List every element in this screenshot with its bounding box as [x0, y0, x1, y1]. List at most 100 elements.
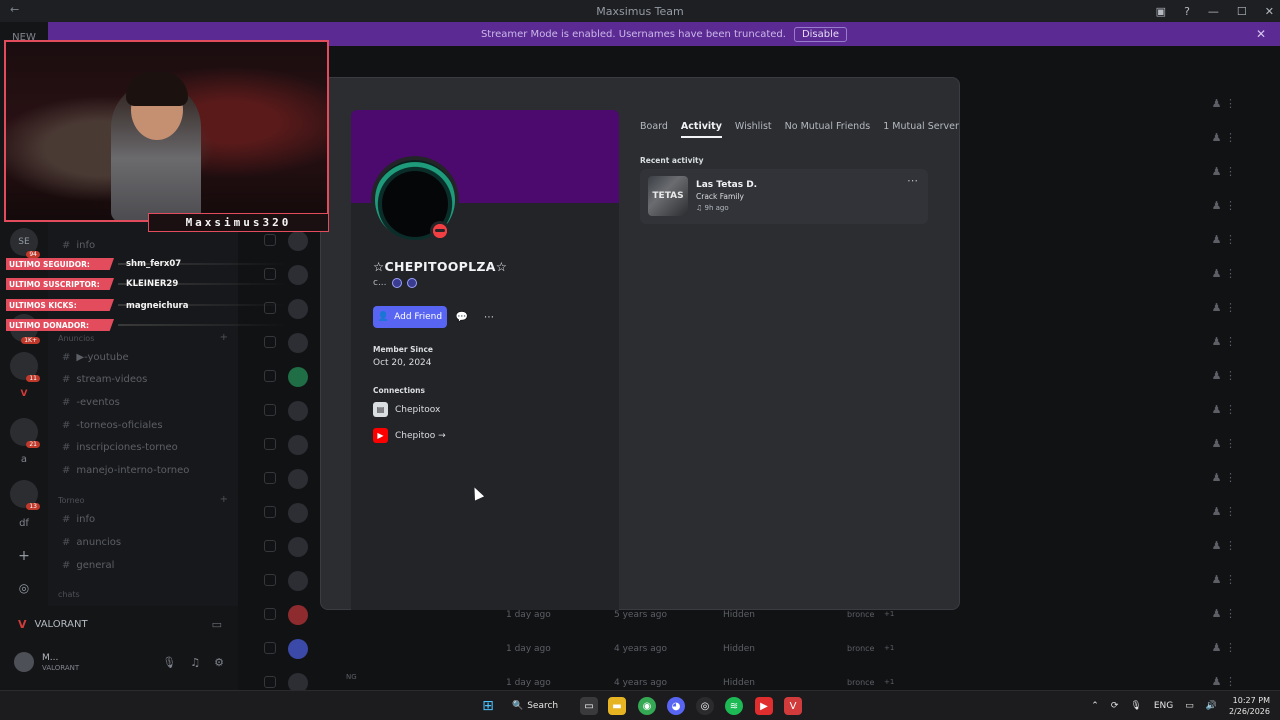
- row-checkbox[interactable]: [264, 268, 276, 280]
- overlay-row: ULTIMO DONADOR:: [6, 319, 288, 331]
- row-checkbox[interactable]: [264, 676, 276, 688]
- tab-wishlist[interactable]: Wishlist: [735, 121, 772, 138]
- row-checkbox[interactable]: [264, 506, 276, 518]
- channel-item[interactable]: # anuncios: [62, 537, 121, 548]
- row-checkbox[interactable]: [264, 608, 276, 620]
- help-icon[interactable]: ?: [1184, 5, 1190, 18]
- nitro-badge-icon[interactable]: [391, 278, 402, 288]
- person-icon[interactable]: ♟ ⋮: [1212, 97, 1236, 110]
- inbox-icon[interactable]: ▣: [1156, 5, 1166, 18]
- activity-card[interactable]: TETAS Las Tetas D. Crack Family ♫ 9h ago…: [640, 169, 928, 224]
- activity-more-icon[interactable]: ⋯: [907, 174, 918, 187]
- network-icon[interactable]: ▭: [1185, 701, 1194, 711]
- language-indicator[interactable]: ENG: [1154, 701, 1173, 711]
- row-checkbox[interactable]: [264, 472, 276, 484]
- server-icon[interactable]: 11: [10, 352, 40, 382]
- person-icon[interactable]: ♟ ⋮: [1212, 233, 1236, 246]
- windows-start-icon[interactable]: ⊞: [479, 697, 497, 715]
- disable-streamer-mode-button[interactable]: Disable: [793, 26, 848, 42]
- server-icon[interactable]: 21: [10, 418, 40, 448]
- server-icon[interactable]: 13: [10, 480, 40, 510]
- person-icon[interactable]: ♟ ⋮: [1212, 335, 1236, 348]
- app-icon[interactable]: ◎: [696, 697, 714, 715]
- screen-share-icon[interactable]: ▭: [212, 618, 222, 631]
- valorant-server-icon[interactable]: V: [10, 380, 38, 408]
- clock[interactable]: 10:27 PM 2/26/2026: [1229, 695, 1270, 717]
- tab-mutual-friends[interactable]: No Mutual Friends: [785, 121, 871, 138]
- person-icon[interactable]: ♟ ⋮: [1212, 165, 1236, 178]
- discover-icon[interactable]: ◎: [10, 574, 38, 602]
- channel-item[interactable]: # -torneos-oficiales: [62, 420, 163, 431]
- tab-activity[interactable]: Activity: [680, 121, 722, 138]
- server-label[interactable]: df: [0, 518, 48, 529]
- microphone-icon[interactable]: 🎙: [162, 656, 176, 669]
- category-torneo[interactable]: Torneo: [58, 496, 84, 505]
- person-icon[interactable]: ♟ ⋮: [1212, 607, 1236, 620]
- close-window-button[interactable]: ✕: [1265, 5, 1274, 18]
- boost-badge-icon[interactable]: [406, 278, 417, 288]
- app-icon[interactable]: ▶: [755, 697, 773, 715]
- channel-item[interactable]: # manejo-interno-torneo: [62, 465, 189, 476]
- channel-item[interactable]: # info: [62, 240, 95, 251]
- person-icon[interactable]: ♟ ⋮: [1212, 301, 1236, 314]
- microphone-icon[interactable]: 🎙: [1130, 701, 1141, 711]
- spotify-icon[interactable]: ≋: [725, 697, 743, 715]
- person-icon[interactable]: ♟ ⋮: [1212, 131, 1236, 144]
- row-checkbox[interactable]: [264, 574, 276, 586]
- person-icon[interactable]: ♟ ⋮: [1212, 505, 1236, 518]
- tab-board[interactable]: Board: [640, 121, 668, 138]
- person-icon[interactable]: ♟ ⋮: [1212, 641, 1236, 654]
- person-icon[interactable]: ♟ ⋮: [1212, 199, 1236, 212]
- person-icon[interactable]: ♟ ⋮: [1212, 539, 1236, 552]
- add-channel-icon[interactable]: +: [220, 332, 228, 343]
- category-chats[interactable]: chats: [58, 590, 80, 599]
- row-checkbox[interactable]: [264, 540, 276, 552]
- volume-icon[interactable]: 🔊: [1206, 701, 1217, 711]
- person-icon[interactable]: ♟ ⋮: [1212, 675, 1236, 688]
- row-checkbox[interactable]: [264, 404, 276, 416]
- close-banner-icon[interactable]: ✕: [1256, 27, 1266, 41]
- more-options-button[interactable]: ⋯: [478, 306, 500, 328]
- row-checkbox[interactable]: [264, 336, 276, 348]
- person-icon[interactable]: ♟ ⋮: [1212, 437, 1236, 450]
- row-checkbox[interactable]: [264, 438, 276, 450]
- taskbar-search[interactable]: 🔍 Search: [512, 696, 558, 716]
- discord-icon[interactable]: ◕: [667, 697, 685, 715]
- channel-item[interactable]: # general: [62, 560, 114, 571]
- channel-item[interactable]: # stream-videos: [62, 374, 147, 385]
- row-checkbox[interactable]: [264, 642, 276, 654]
- row-checkbox[interactable]: [264, 370, 276, 382]
- minimize-button[interactable]: —: [1208, 5, 1219, 18]
- channel-item[interactable]: # ▶-youtube: [62, 352, 129, 363]
- row-checkbox[interactable]: [264, 234, 276, 246]
- tab-mutual-servers[interactable]: 1 Mutual Server: [883, 121, 959, 138]
- channel-item[interactable]: # inscripciones-torneo: [62, 442, 178, 453]
- add-channel-icon[interactable]: +: [220, 494, 228, 505]
- person-icon[interactable]: ♟ ⋮: [1212, 403, 1236, 416]
- file-explorer-icon[interactable]: ▬: [608, 697, 626, 715]
- server-icon[interactable]: SE 94: [10, 228, 40, 258]
- maximize-button[interactable]: ☐: [1237, 5, 1247, 18]
- person-icon[interactable]: ♟ ⋮: [1212, 267, 1236, 280]
- person-icon[interactable]: ♟ ⋮: [1212, 573, 1236, 586]
- add-server-icon[interactable]: +: [10, 542, 38, 570]
- channel-item[interactable]: # info: [62, 514, 95, 525]
- settings-gear-icon[interactable]: ⚙: [214, 656, 224, 669]
- message-button[interactable]: 💬: [451, 306, 473, 328]
- person-icon[interactable]: ♟ ⋮: [1212, 369, 1236, 382]
- chrome-icon[interactable]: ◉: [638, 697, 656, 715]
- sync-icon[interactable]: ⟳: [1111, 701, 1119, 711]
- channel-item[interactable]: # -eventos: [62, 397, 120, 408]
- headphones-icon[interactable]: ♫: [190, 656, 200, 669]
- person-icon[interactable]: ♟ ⋮: [1212, 471, 1236, 484]
- valorant-taskbar-icon[interactable]: V: [784, 697, 802, 715]
- current-user[interactable]: M... VALORANT: [14, 652, 79, 672]
- task-view-icon[interactable]: ▭: [580, 697, 598, 715]
- server-label[interactable]: a: [0, 454, 48, 465]
- activity-row[interactable]: V VALORANT: [18, 618, 88, 631]
- add-friend-button[interactable]: 👤 Add Friend: [373, 306, 447, 328]
- chevron-up-icon[interactable]: ⌃: [1091, 701, 1099, 711]
- connection-item[interactable]: ▶ Chepitoo →: [373, 428, 446, 443]
- connection-item[interactable]: ▤ Chepitoox: [373, 402, 440, 417]
- category-anuncios[interactable]: Anuncios: [58, 334, 94, 343]
